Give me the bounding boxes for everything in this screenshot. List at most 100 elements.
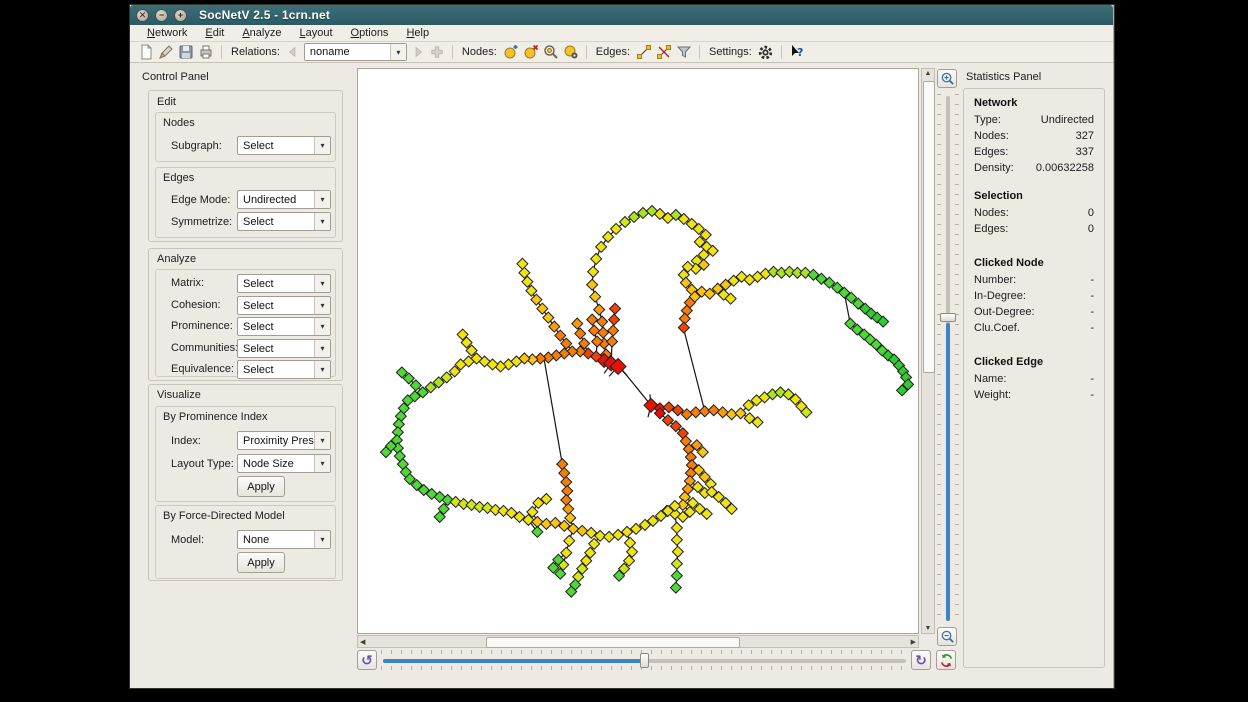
graph-node[interactable] [670, 582, 681, 593]
relayout-button[interactable] [936, 650, 956, 670]
previous-relation-icon[interactable] [285, 44, 303, 60]
rotate-left-button[interactable]: ↺ [357, 650, 377, 670]
vertical-scroll-thumb[interactable] [923, 81, 935, 373]
subgraph-combobox[interactable]: Select▾ [237, 136, 331, 155]
graph-node[interactable] [625, 537, 636, 548]
graph-node[interactable] [572, 318, 583, 329]
zoom-slider[interactable] [935, 94, 961, 623]
force-apply-button[interactable]: Apply [237, 552, 285, 573]
graph-node[interactable] [590, 291, 601, 302]
graph-node[interactable] [604, 531, 615, 542]
new-file-icon[interactable] [137, 44, 155, 60]
node-properties-icon[interactable] [562, 44, 580, 60]
graph-node[interactable] [671, 558, 682, 569]
graph-node[interactable] [549, 321, 560, 332]
graph-node[interactable] [596, 241, 607, 252]
graph-node[interactable] [608, 325, 619, 336]
close-window-button[interactable]: ✕ [136, 9, 149, 22]
horizontal-scroll-thumb[interactable] [486, 637, 740, 648]
menu-edit[interactable]: Edit [196, 25, 233, 41]
relations-combobox[interactable]: noname ▾ [304, 43, 407, 61]
maximize-window-button[interactable]: + [174, 9, 187, 22]
rotate-right-button[interactable]: ↻ [911, 650, 931, 670]
canvas-horizontal-scrollbar[interactable]: ◀ ▶ [357, 635, 919, 648]
prominence-combobox[interactable]: Select▾ [237, 317, 331, 336]
edit-pencil-icon[interactable] [157, 44, 175, 60]
graph-node[interactable] [671, 570, 682, 581]
scroll-right-icon[interactable]: ▶ [911, 638, 916, 646]
graph-node[interactable] [594, 304, 605, 315]
settings-gear-icon[interactable] [757, 44, 775, 60]
zoom-out-button[interactable] [937, 627, 957, 646]
graph-node[interactable] [537, 303, 548, 314]
menu-help[interactable]: Help [397, 25, 438, 41]
context-help-icon[interactable]: ? [788, 44, 806, 60]
graph-node[interactable] [591, 253, 602, 264]
network-graph[interactable] [358, 69, 918, 633]
graph-node[interactable] [561, 338, 572, 349]
zoom-slider-handle[interactable] [940, 313, 956, 322]
graph-canvas[interactable] [357, 68, 919, 634]
canvas-vertical-scrollbar[interactable]: ▲ ▼ [921, 68, 935, 634]
graph-node[interactable] [672, 546, 683, 557]
graph-node[interactable] [597, 316, 608, 327]
menu-analyze[interactable]: Analyze [233, 25, 290, 41]
graph-node[interactable] [559, 468, 570, 479]
filter-edges-icon[interactable] [675, 44, 693, 60]
graph-node[interactable] [671, 534, 682, 545]
graph-node[interactable] [610, 303, 621, 314]
graph-node[interactable] [517, 258, 528, 269]
graph-node[interactable] [577, 525, 588, 536]
equivalence-combobox[interactable]: Select▾ [237, 360, 331, 379]
zoom-in-button[interactable] [937, 69, 957, 88]
graph-node[interactable] [609, 314, 620, 325]
menu-network[interactable]: Network [138, 25, 196, 41]
remove-node-icon[interactable] [522, 44, 540, 60]
add-relation-icon[interactable] [428, 44, 446, 60]
graph-edge[interactable] [684, 330, 705, 412]
graph-node[interactable] [557, 459, 568, 470]
save-icon[interactable] [177, 44, 195, 60]
graph-node[interactable] [563, 503, 574, 514]
graph-node[interactable] [587, 279, 598, 290]
cohesion-combobox[interactable]: Select▾ [237, 296, 331, 315]
title-bar[interactable]: ✕ − + SocNetV 2.5 - 1crn.net [130, 5, 1113, 25]
add-node-icon[interactable] [502, 44, 520, 60]
menu-layout[interactable]: Layout [290, 25, 341, 41]
layout-type-combobox[interactable]: Node Size▾ [237, 454, 331, 473]
graph-node[interactable] [565, 512, 576, 523]
minimize-window-button[interactable]: − [155, 9, 168, 22]
menu-options[interactable]: Options [342, 25, 398, 41]
prominence-apply-button[interactable]: Apply [237, 476, 285, 497]
graph-node[interactable] [708, 405, 719, 416]
combo-arrow-icon[interactable]: ▾ [390, 44, 406, 60]
scroll-down-icon[interactable]: ▼ [922, 625, 934, 632]
find-node-icon[interactable] [542, 44, 560, 60]
graph-node[interactable] [678, 322, 689, 333]
symmetrize-combobox[interactable]: Select▾ [237, 212, 331, 231]
graph-node[interactable] [532, 526, 543, 537]
add-edge-icon[interactable] [635, 44, 653, 60]
graph-node[interactable] [575, 328, 586, 339]
model-combobox[interactable]: None▾ [237, 530, 331, 549]
graph-node[interactable] [561, 494, 572, 505]
graph-node[interactable] [598, 327, 609, 338]
next-relation-icon[interactable] [408, 44, 426, 60]
graph-node[interactable] [588, 266, 599, 277]
communities-combobox[interactable]: Select▾ [237, 339, 331, 358]
graph-node[interactable] [717, 407, 728, 418]
graph-node[interactable] [587, 314, 598, 325]
graph-node[interactable] [555, 330, 566, 341]
graph-node[interactable] [564, 535, 575, 546]
index-combobox[interactable]: Proximity Pres▾ [237, 431, 331, 450]
graph-node[interactable] [589, 325, 600, 336]
graph-edge[interactable] [544, 360, 562, 464]
matrix-combobox[interactable]: Select▾ [237, 274, 331, 293]
graph-node[interactable] [543, 312, 554, 323]
print-icon[interactable] [197, 44, 215, 60]
scroll-left-icon[interactable]: ◀ [360, 638, 365, 646]
graph-node[interactable] [620, 216, 631, 227]
graph-node[interactable] [531, 294, 542, 305]
edge-mode-combobox[interactable]: Undirected▾ [237, 190, 331, 209]
rotation-slider-handle[interactable] [640, 653, 649, 668]
